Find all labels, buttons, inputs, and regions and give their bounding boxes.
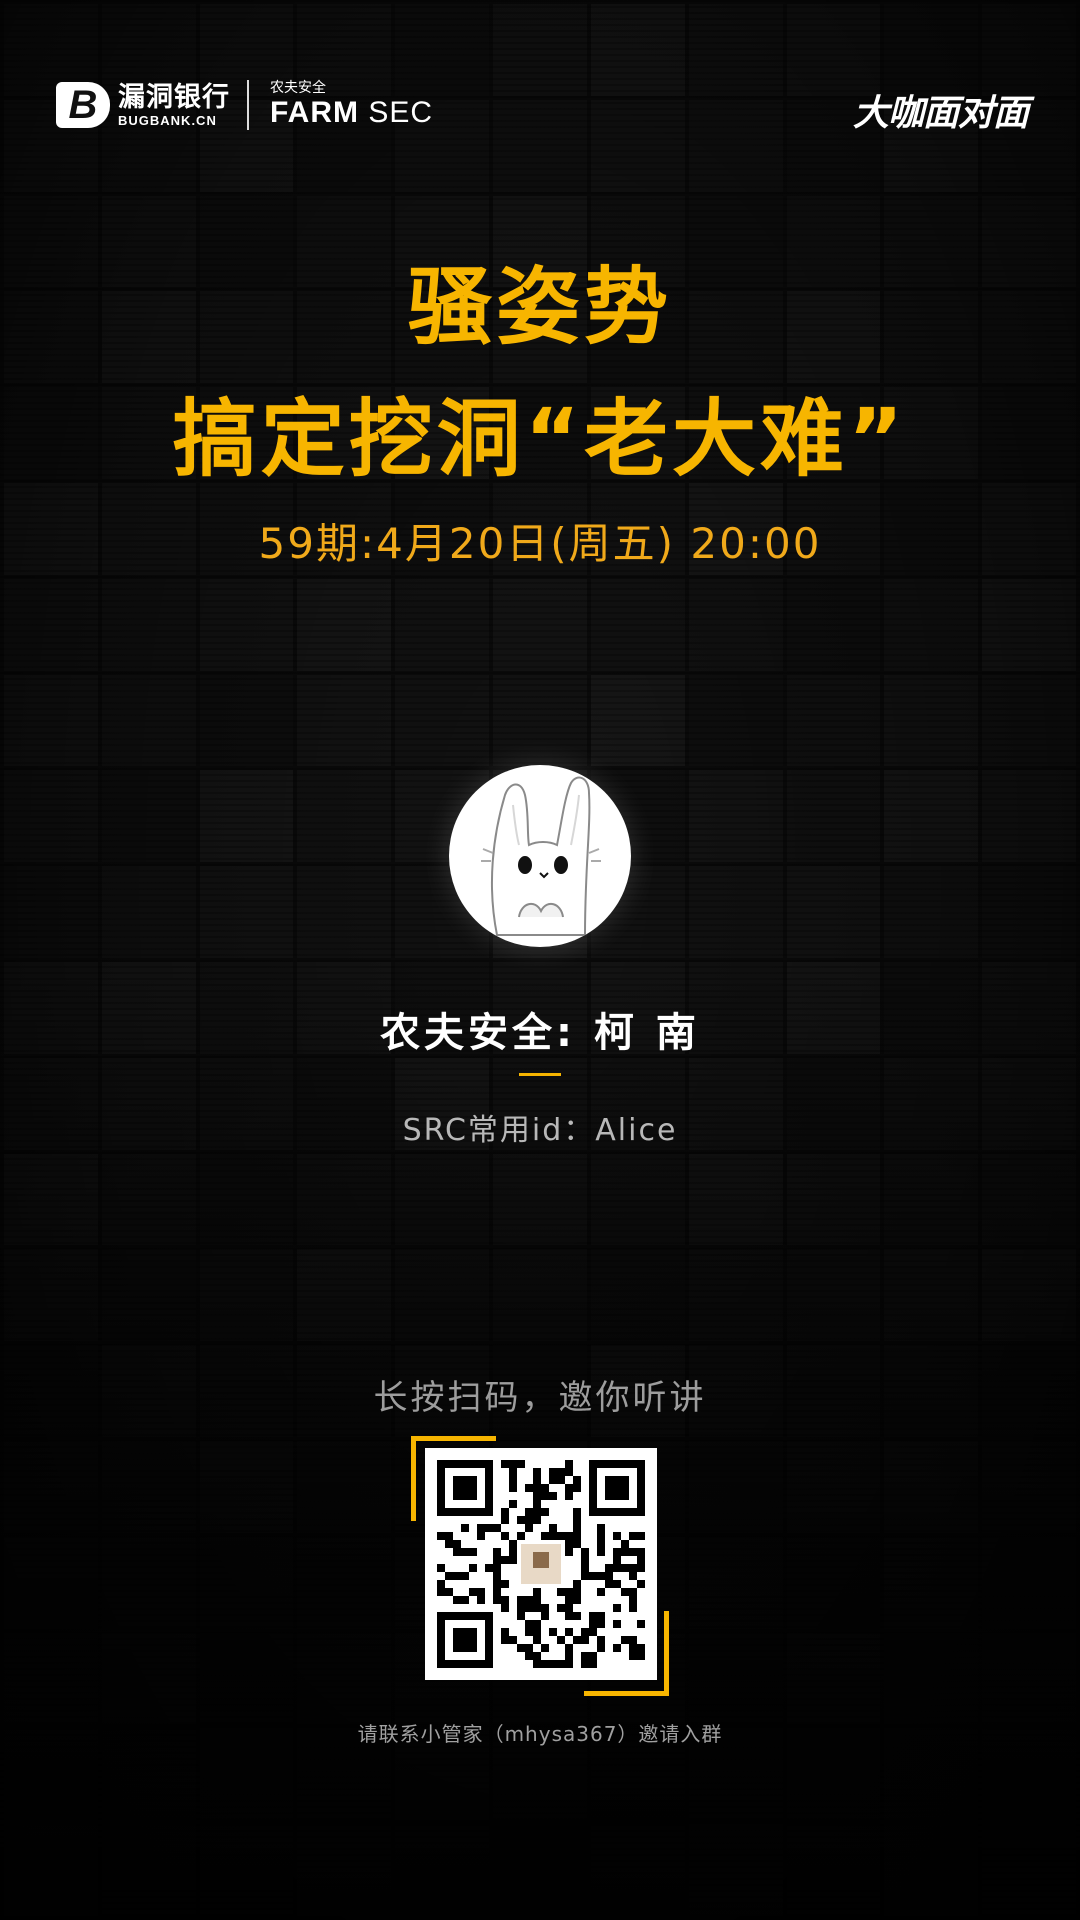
headline-line1: 骚姿势: [407, 258, 672, 356]
headline-line2: 搞定挖洞“老大难”: [172, 390, 908, 488]
contact-note: 请联系小管家（mhysa367）邀请入群: [357, 1722, 723, 1746]
bugbank-name-en: BUGBANK.CN: [118, 112, 217, 128]
logo-divider: [247, 80, 249, 130]
farmsec-logo: 农夫安全 FARM SEC: [270, 80, 433, 130]
header: B 漏洞银行 BUGBANK.CN 农夫安全 FARM SEC 大咖面对面: [0, 0, 1080, 200]
qr-code-frame[interactable]: [411, 1436, 669, 1696]
speaker-src-id: SRC常用id：Alice: [402, 1113, 678, 1148]
bugbank-name-cn: 漏洞银行: [118, 81, 230, 113]
rabbit-avatar-icon: [449, 765, 631, 947]
farmsec-name-cn: 农夫安全: [270, 80, 326, 96]
bugbank-logo-mark: B: [56, 82, 110, 128]
event-date: 59期:4月20日(周五) 20:00: [258, 519, 822, 568]
qr-code-icon[interactable]: [425, 1448, 657, 1680]
farmsec-name-en: FARM SEC: [270, 96, 434, 129]
speaker-name: 农夫安全: 柯 南: [380, 1010, 700, 1056]
speaker-divider: [519, 1073, 561, 1076]
series-logo: 大咖面对面: [852, 93, 1029, 134]
bugbank-logo: B 漏洞银行 BUGBANK.CN: [56, 82, 230, 128]
qr-caption: 长按扫码，邀你听讲: [373, 1378, 707, 1418]
